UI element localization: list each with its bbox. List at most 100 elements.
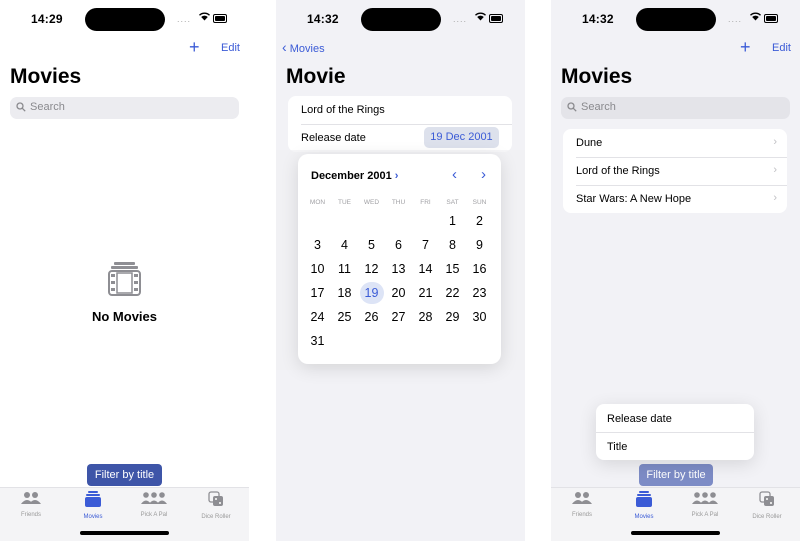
calendar-day[interactable]: 27 (387, 306, 411, 328)
weekday-label: SAT (446, 199, 459, 206)
calendar-day-selected[interactable]: 19 (359, 282, 384, 304)
calendar-day[interactable]: 11 (333, 258, 357, 280)
status-time: 14:32 (307, 12, 339, 26)
battery-icon (213, 14, 227, 23)
list-item[interactable]: Star Wars: A New Hope › (563, 185, 787, 213)
filter-by-title-button[interactable]: Filter by title (639, 464, 713, 486)
calendar-day[interactable]: 16 (468, 258, 492, 280)
calendar-day[interactable]: 10 (306, 258, 330, 280)
calendar-day[interactable]: 3 (306, 234, 330, 256)
empty-state-title: No Movies (91, 309, 157, 324)
tab-friends[interactable]: Friends (552, 491, 612, 518)
back-button[interactable]: ‹ Movies (282, 39, 325, 55)
film-stack-icon (108, 262, 141, 296)
calendar-day[interactable]: 30 (468, 306, 492, 328)
movie-title: Lord of the Rings (576, 165, 660, 177)
movie-form: Lord of the Rings Release date 19 Dec 20… (288, 96, 512, 152)
add-movie-button[interactable]: + (740, 37, 751, 58)
edit-button[interactable]: Edit (221, 42, 240, 54)
status-bar: 14:29 .... (0, 0, 249, 36)
tab-movies[interactable]: Movies (63, 491, 123, 520)
calendar-day[interactable]: 1 (441, 210, 465, 232)
calendar-day[interactable]: 13 (387, 258, 411, 280)
menu-item-release-date[interactable]: Release date (607, 413, 672, 425)
menu-item-title[interactable]: Title (607, 441, 627, 453)
sort-menu: Release date Title (596, 404, 754, 460)
calendar-day[interactable]: 17 (306, 282, 330, 304)
calendar-day[interactable]: 22 (441, 282, 465, 304)
tab-movies[interactable]: Movies (614, 491, 674, 520)
tab-dice-roller[interactable]: Dice Roller (186, 491, 246, 520)
friends-icon (21, 492, 41, 504)
wifi-icon (475, 12, 486, 21)
month-label: December 2001 (311, 170, 392, 182)
calendar-day[interactable]: 18 (333, 282, 357, 304)
calendar-day[interactable]: 14 (414, 258, 438, 280)
calendar-day[interactable]: 12 (360, 258, 384, 280)
page-title: Movies (561, 65, 633, 88)
weekday-label: MON (309, 199, 326, 206)
home-indicator (631, 531, 720, 535)
search-field[interactable]: Search (561, 97, 790, 119)
pick-a-pal-icon (141, 492, 167, 504)
weekday-label: SUN (472, 199, 487, 206)
previous-month-button[interactable]: ‹ (452, 166, 457, 183)
weekday-label: THU (391, 199, 406, 206)
status-time: 14:29 (31, 12, 63, 26)
signal-icon: .... (728, 14, 743, 24)
calendar-day[interactable]: 31 (306, 330, 330, 352)
calendar-day[interactable]: 26 (360, 306, 384, 328)
calendar-day[interactable]: 2 (468, 210, 492, 232)
tab-label: Movies (83, 514, 103, 520)
movie-list: Dune › Lord of the Rings › Star Wars: A … (563, 129, 787, 213)
calendar-day[interactable]: 25 (333, 306, 357, 328)
calendar-day[interactable]: 15 (441, 258, 465, 280)
list-item[interactable]: Lord of the Rings › (563, 157, 787, 185)
tab-pick-a-pal[interactable]: Pick A Pal (675, 491, 735, 518)
movie-title-field[interactable]: Lord of the Rings (301, 104, 512, 116)
status-time: 14:32 (582, 12, 614, 26)
tab-pick-a-pal[interactable]: Pick A Pal (124, 491, 184, 518)
list-item[interactable]: Dune › (563, 129, 787, 157)
calendar-day[interactable]: 24 (306, 306, 330, 328)
filter-by-title-button[interactable]: Filter by title (87, 464, 162, 486)
home-indicator (80, 531, 169, 535)
calendar-day[interactable]: 9 (468, 234, 492, 256)
calendar-day[interactable]: 23 (468, 282, 492, 304)
battery-icon (489, 14, 503, 23)
month-year-selector[interactable]: December 2001 › (311, 170, 398, 182)
friends-icon (572, 492, 592, 504)
wifi-icon (199, 12, 210, 21)
search-icon (16, 102, 26, 112)
signal-icon: .... (177, 14, 192, 24)
tab-friends[interactable]: Friends (1, 491, 61, 518)
chevron-right-icon: › (773, 164, 777, 176)
calendar-day[interactable]: 5 (360, 234, 384, 256)
status-icons: .... (177, 12, 227, 24)
dynamic-island (636, 8, 716, 31)
add-movie-button[interactable]: + (189, 37, 200, 58)
calendar-day[interactable]: 21 (414, 282, 438, 304)
calendar-day[interactable]: 8 (441, 234, 465, 256)
calendar-day[interactable]: 28 (414, 306, 438, 328)
search-placeholder: Search (581, 101, 616, 113)
search-field[interactable]: Search (10, 97, 239, 119)
calendar-day[interactable]: 4 (333, 234, 357, 256)
page-title: Movies (10, 65, 82, 88)
calendar-day[interactable]: 7 (414, 234, 438, 256)
release-date-button[interactable]: 19 Dec 2001 (424, 127, 499, 148)
next-month-button[interactable]: › (481, 166, 486, 183)
weekday-label: TUE (338, 199, 351, 206)
status-icons: .... (728, 12, 778, 24)
chevron-left-icon: ‹ (282, 39, 287, 55)
movie-title: Star Wars: A New Hope (576, 193, 692, 205)
edit-button[interactable]: Edit (772, 42, 791, 54)
pick-a-pal-icon (692, 492, 718, 504)
calendar-day[interactable]: 6 (387, 234, 411, 256)
tab-label: Friends (571, 512, 592, 518)
calendar-day[interactable]: 29 (441, 306, 465, 328)
tab-dice-roller[interactable]: Dice Roller (737, 491, 797, 520)
weekday-label: WED (363, 199, 380, 206)
calendar-day[interactable]: 20 (387, 282, 411, 304)
status-icons: .... (453, 12, 503, 24)
